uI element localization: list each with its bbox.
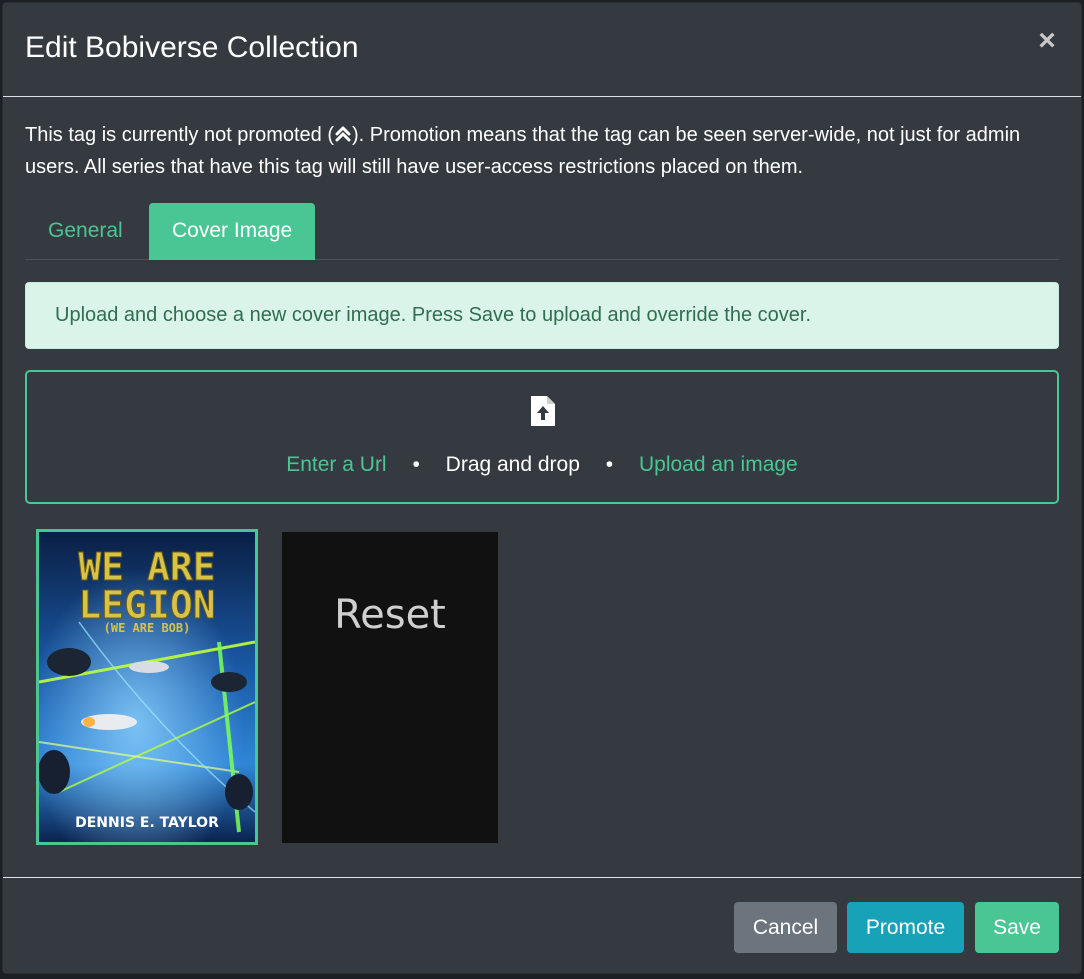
cover-subtitle: (WE ARE BOB) xyxy=(104,621,191,635)
info-alert: Upload and choose a new cover image. Pre… xyxy=(25,282,1059,349)
modal-title: Edit Bobiverse Collection xyxy=(25,31,359,64)
promote-button[interactable]: Promote xyxy=(847,902,964,953)
close-icon[interactable]: × xyxy=(1033,26,1061,56)
separator-dot: • xyxy=(412,453,420,476)
enter-url-link[interactable]: Enter a Url xyxy=(286,453,386,476)
upload-image-link[interactable]: Upload an image xyxy=(639,453,798,476)
separator-dot: • xyxy=(605,453,614,476)
dropzone-options: Enter a Url • Drag and drop • Upload an … xyxy=(27,450,1057,480)
cover-image-option[interactable]: WE ARE LEGION (WE ARE BOB) DENNIS E. TAY… xyxy=(36,529,258,845)
intro-text-before: This tag is currently not promoted ( xyxy=(25,124,335,146)
edit-collection-modal: Edit Bobiverse Collection × This tag is … xyxy=(2,2,1082,974)
tab-general[interactable]: General xyxy=(25,203,146,260)
image-dropzone[interactable]: Enter a Url • Drag and drop • Upload an … xyxy=(25,370,1059,504)
tab-cover-image[interactable]: Cover Image xyxy=(149,203,316,260)
tab-bar: General Cover Image xyxy=(25,203,1059,260)
reset-label: Reset xyxy=(334,592,446,638)
book-cover-image: WE ARE LEGION (WE ARE BOB) DENNIS E. TAY… xyxy=(39,532,255,842)
save-button[interactable]: Save xyxy=(975,902,1059,953)
reset-cover-option[interactable]: Reset xyxy=(282,532,498,843)
file-upload-icon[interactable] xyxy=(529,394,557,428)
modal-header: Edit Bobiverse Collection × xyxy=(3,3,1081,97)
promotion-info-text: This tag is currently not promoted (). P… xyxy=(25,119,1055,183)
cancel-button[interactable]: Cancel xyxy=(734,902,837,953)
modal-footer: Cancel Promote Save xyxy=(3,877,1081,973)
cover-author: DENNIS E. TAYLOR xyxy=(75,815,219,831)
promote-icon xyxy=(334,119,352,151)
drag-drop-text: Drag and drop xyxy=(445,453,580,476)
